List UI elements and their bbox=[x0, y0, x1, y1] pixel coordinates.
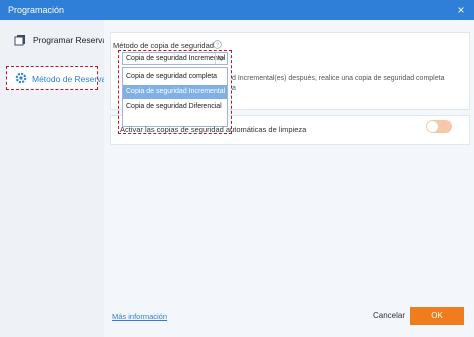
option-incremental[interactable]: Copia de seguridad Incremental bbox=[123, 85, 227, 99]
backup-method-select[interactable]: Copia de seguridad Incremental bbox=[122, 52, 228, 65]
selected-value: Copia de seguridad Incremental bbox=[126, 55, 226, 62]
sidebar-item-label: Método de Reserva bbox=[32, 74, 107, 84]
backup-description-continued: a bbox=[232, 85, 236, 92]
gear-icon bbox=[15, 72, 27, 84]
backup-description: d Incremental(es) después, realice una c… bbox=[232, 75, 445, 82]
toggle-knob bbox=[427, 121, 438, 132]
backup-method-options: Copia de seguridad completa Copia de seg… bbox=[122, 67, 228, 127]
title-bar: Programación × bbox=[0, 0, 474, 20]
backup-method-label: Método de copia de seguridad bbox=[113, 41, 214, 50]
sidebar-item-label: Programar Reserva bbox=[33, 35, 108, 45]
sidebar: Programar Reserva Método de Reserva bbox=[0, 20, 107, 337]
ok-button[interactable]: OK bbox=[410, 307, 464, 325]
sidebar-item-programar-reserva[interactable]: Programar Reserva bbox=[4, 29, 107, 51]
help-icon[interactable]: ? bbox=[213, 40, 222, 49]
option-completa[interactable]: Copia de seguridad completa bbox=[123, 70, 227, 84]
sidebar-item-metodo-de-reserva[interactable]: Método de Reserva bbox=[6, 66, 106, 90]
main-content: Método de copia de seguridad ? d Increme… bbox=[104, 20, 474, 337]
window-title: Programación bbox=[8, 5, 65, 15]
cancel-button[interactable]: Cancelar bbox=[369, 307, 409, 325]
more-info-link[interactable]: Más información bbox=[112, 312, 167, 321]
auto-cleanup-label: Activar las copias de seguridad automáti… bbox=[120, 125, 307, 134]
close-button[interactable]: × bbox=[454, 0, 468, 20]
chevron-down-icon bbox=[215, 53, 227, 64]
option-diferencial[interactable]: Copia de seguridad Diferencial bbox=[123, 100, 227, 114]
copy-icon bbox=[14, 35, 25, 46]
auto-cleanup-toggle[interactable] bbox=[426, 120, 452, 133]
